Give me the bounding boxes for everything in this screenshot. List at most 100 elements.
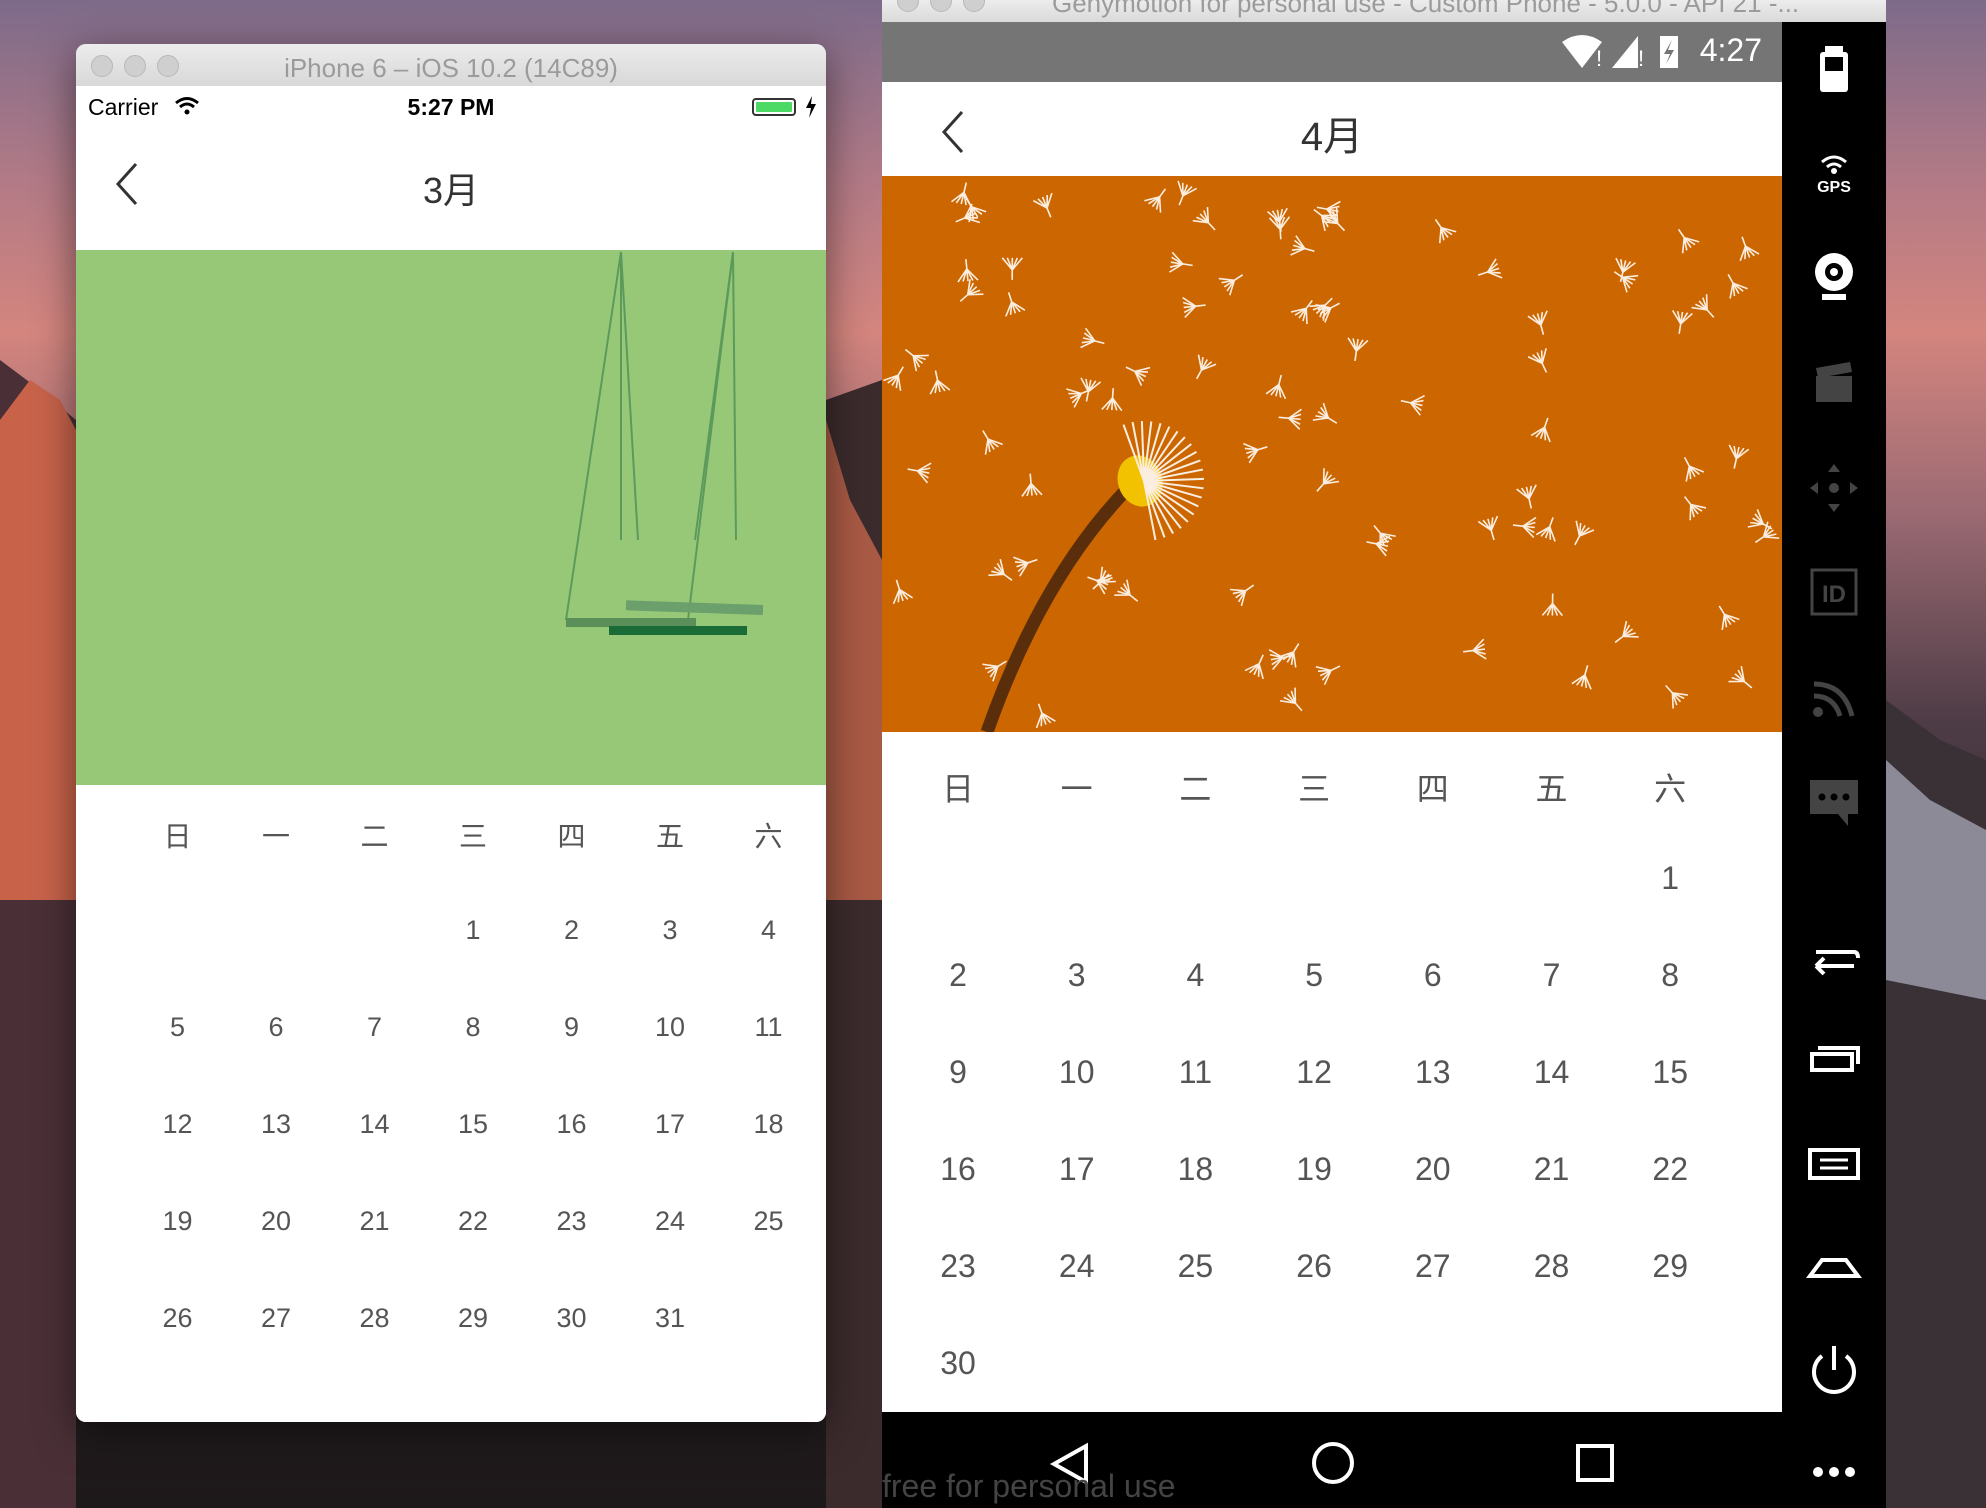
calendar-day[interactable]: 19 (1255, 1151, 1373, 1188)
calendar-day[interactable]: 3 (1018, 957, 1136, 994)
dandelion-seed (1718, 605, 1740, 630)
calendar-day[interactable]: 9 (899, 1054, 1017, 1091)
calendar-day[interactable]: 22 (420, 1206, 527, 1237)
calendar-day[interactable]: 22 (1611, 1151, 1729, 1188)
weekday-header: 一 (261, 821, 290, 852)
calendar-day[interactable]: 13 (1374, 1054, 1492, 1091)
calendar-day[interactable]: 5 (1255, 957, 1373, 994)
calendar-day[interactable]: 27 (1374, 1248, 1492, 1285)
dandelion-seed (1278, 408, 1302, 430)
more-icon[interactable] (1804, 1442, 1864, 1502)
calendar-day[interactable]: 4 (1136, 957, 1254, 994)
calendar-day[interactable]: 3 (617, 915, 724, 946)
dandelion-seed (1516, 484, 1537, 509)
dandelion-seed (1541, 593, 1564, 617)
calendar-day[interactable]: 15 (1611, 1054, 1729, 1091)
calendar-day[interactable]: 21 (321, 1206, 428, 1237)
calendar-day[interactable]: 6 (1374, 957, 1492, 994)
calendar-day[interactable]: 8 (1611, 957, 1729, 994)
calendar-day[interactable]: 16 (899, 1151, 1017, 1188)
close-window-button[interactable] (897, 0, 919, 12)
calendar-day[interactable]: 5 (124, 1012, 231, 1043)
id-label: ID (1822, 581, 1846, 608)
calendar-day[interactable]: 30 (899, 1345, 1017, 1382)
calendar-day[interactable]: 14 (1493, 1054, 1611, 1091)
home-icon[interactable] (1804, 1236, 1864, 1296)
calendar-day[interactable]: 2 (518, 915, 625, 946)
gps-icon[interactable]: GPS (1804, 142, 1864, 202)
calendar-day[interactable]: 9 (518, 1012, 625, 1043)
calendar-day[interactable]: 7 (321, 1012, 428, 1043)
calendar-day[interactable]: 21 (1493, 1151, 1611, 1188)
dandelion-seed (1312, 402, 1338, 424)
weekday-header: 四 (1416, 771, 1449, 807)
calendar-day[interactable]: 20 (223, 1206, 330, 1237)
recent-apps-icon[interactable] (1804, 1030, 1864, 1090)
calendar-day[interactable]: 24 (617, 1206, 724, 1237)
calendar-day[interactable]: 31 (617, 1303, 724, 1334)
calendar-day[interactable]: 12 (124, 1109, 231, 1140)
month-title: 3月 (422, 170, 480, 211)
calendar-day[interactable]: 13 (223, 1109, 330, 1140)
calendar-day[interactable]: 15 (420, 1109, 527, 1140)
calendar-day[interactable]: 2 (899, 957, 1017, 994)
calendar-day[interactable]: 27 (223, 1303, 330, 1334)
calendar-day[interactable]: 17 (617, 1109, 724, 1140)
zoom-window-button[interactable] (963, 0, 985, 12)
power-icon[interactable] (1804, 1340, 1864, 1400)
dandelion-seed (982, 430, 1003, 455)
nav-recents-icon[interactable] (1574, 1442, 1616, 1484)
calendar-day[interactable]: 17 (1018, 1151, 1136, 1188)
calendar-day[interactable]: 4 (715, 915, 822, 946)
menu-icon[interactable] (1804, 1134, 1864, 1194)
calendar-day[interactable]: 23 (899, 1248, 1017, 1285)
minimize-window-button[interactable] (930, 0, 952, 12)
calendar-day[interactable]: 12 (1255, 1054, 1373, 1091)
nav-home-icon[interactable] (1310, 1440, 1356, 1486)
calendar-day[interactable]: 25 (1136, 1248, 1254, 1285)
dpad-icon[interactable] (1804, 458, 1864, 518)
calendar-day[interactable]: 18 (715, 1109, 822, 1140)
weekday-header: 日 (941, 771, 974, 807)
id-icon[interactable]: ID (1804, 562, 1864, 622)
calendar-day[interactable]: 24 (1018, 1248, 1136, 1285)
calendar-day[interactable]: 26 (1255, 1248, 1373, 1285)
dandelion-seed (1001, 257, 1023, 280)
android-emulator-window: Genymotion for personal use - Custom Pho… (882, 0, 1886, 1508)
battery-icon[interactable] (1804, 42, 1864, 102)
dandelion-seed (1021, 473, 1043, 497)
dandelion-seed (1013, 556, 1038, 577)
calendar-day[interactable]: 19 (124, 1206, 231, 1237)
calendar-day[interactable]: 26 (124, 1303, 231, 1334)
calendar-day[interactable]: 1 (420, 915, 527, 946)
calendar-day[interactable]: 11 (1136, 1054, 1254, 1091)
cast-icon[interactable] (1804, 666, 1864, 726)
calendar-day[interactable]: 16 (518, 1109, 625, 1140)
dandelion-seed (1373, 524, 1396, 549)
back-icon[interactable] (1804, 926, 1864, 986)
calendar-day[interactable]: 28 (1493, 1248, 1611, 1285)
webcam-icon[interactable] (1804, 248, 1864, 308)
video-capture-icon[interactable] (1804, 352, 1864, 412)
calendar-day[interactable]: 30 (518, 1303, 625, 1334)
calendar-day[interactable]: 25 (715, 1206, 822, 1237)
calendar-day[interactable]: 7 (1493, 957, 1611, 994)
calendar-day[interactable]: 8 (420, 1012, 527, 1043)
calendar-day[interactable]: 20 (1374, 1151, 1492, 1188)
calendar-day[interactable]: 29 (1611, 1248, 1729, 1285)
calendar-day[interactable]: 10 (1018, 1054, 1136, 1091)
calendar-day[interactable]: 23 (518, 1206, 625, 1237)
sms-icon[interactable] (1804, 772, 1864, 832)
dandelion-seed (1434, 218, 1457, 244)
calendar-day[interactable]: 29 (420, 1303, 527, 1334)
calendar-day[interactable]: 11 (715, 1012, 822, 1043)
weekday-header: 三 (1298, 771, 1331, 807)
calendar-day[interactable]: 28 (321, 1303, 428, 1334)
calendar-day[interactable]: 18 (1136, 1151, 1254, 1188)
calendar-day[interactable]: 6 (223, 1012, 330, 1043)
calendar-day[interactable]: 10 (617, 1012, 724, 1043)
calendar-day[interactable]: 14 (321, 1109, 428, 1140)
dandelion-seed (1182, 296, 1206, 318)
dandelion-seed (1671, 310, 1693, 334)
calendar-day[interactable]: 1 (1611, 860, 1729, 897)
